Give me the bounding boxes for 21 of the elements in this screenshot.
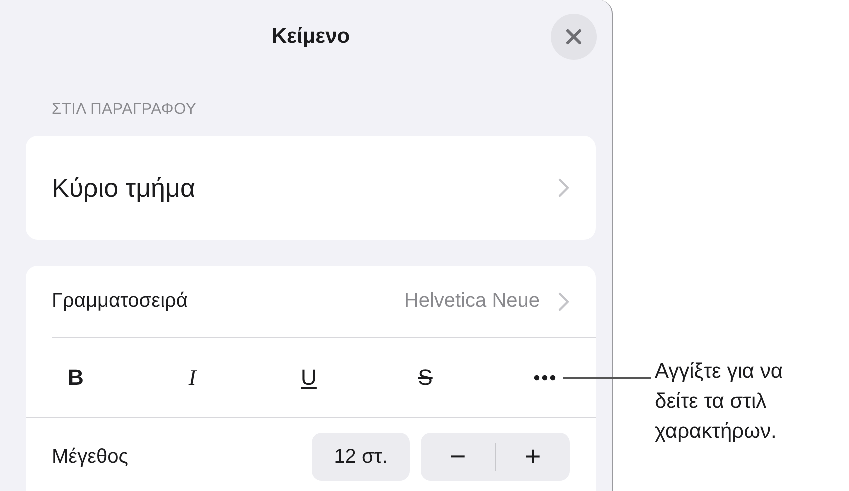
chevron-icon [558,178,570,198]
more-icon [534,374,556,380]
font-value: Helvetica Neue [404,290,540,313]
bold-button[interactable]: B [62,360,90,394]
decrement-button[interactable]: − [421,433,495,481]
panel-title: Κείμενο [272,25,350,49]
underline-button[interactable]: U [295,360,323,394]
font-label: Γραμματοσειρά [52,290,188,313]
increment-button[interactable]: + [496,433,570,481]
paragraph-style-row[interactable]: Κύριο τμήμα [26,136,596,240]
close-icon [566,29,582,45]
strikethrough-button[interactable]: S [412,360,440,394]
section-header: ΣΤΙΛ ΠΑΡΑΓΡΑΦΟΥ [51,100,198,120]
italic-button[interactable]: I [178,360,206,394]
size-value: 12 στ. [312,433,410,481]
chevron-icon [558,292,570,312]
close-button[interactable] [551,14,597,60]
font-row[interactable]: Γραμματοσειρά Helvetica Neue [52,266,596,338]
size-label: Μέγεθος [52,446,128,468]
paragraph-style-value: Κύριο τμήμα [52,172,196,204]
callout-text: Αγγίξτε για να δείτε τα στιλ χαρακτήρων. [655,359,783,445]
